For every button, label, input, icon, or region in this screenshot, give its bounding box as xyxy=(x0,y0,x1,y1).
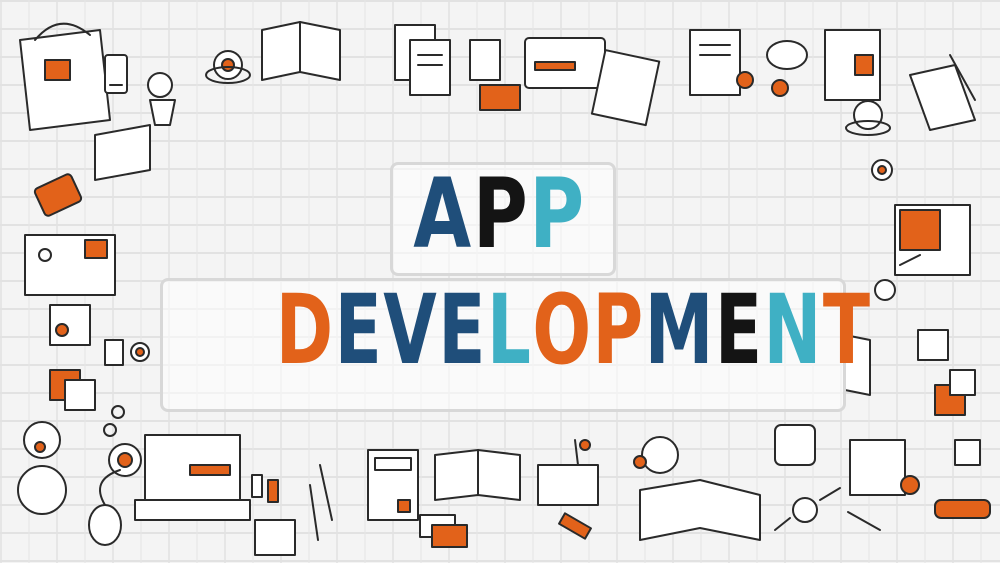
documents-icon xyxy=(394,24,451,96)
calendar-icon xyxy=(49,304,91,346)
laptop-icon xyxy=(134,434,251,521)
headline-letter: N xyxy=(763,274,823,386)
coffee-cup-icon xyxy=(633,436,679,474)
stapler-icon xyxy=(934,499,991,519)
wireframe-icon xyxy=(24,234,116,296)
wristwatch-icon xyxy=(774,487,841,531)
headline-letter: O xyxy=(532,274,593,386)
cookies-icon xyxy=(34,441,46,453)
business-cards-icon xyxy=(419,514,468,548)
computer-mouse-icon xyxy=(88,469,122,546)
headline-letter: P xyxy=(592,274,645,386)
tablet-icon xyxy=(894,204,971,276)
notes-icon xyxy=(934,369,976,416)
headline-letter: A xyxy=(413,158,474,270)
notepad-icon xyxy=(254,519,296,556)
wallet-icon xyxy=(774,424,816,466)
pens-icon xyxy=(309,464,333,541)
handbag-icon xyxy=(19,22,111,131)
tag-icon xyxy=(479,84,521,111)
desk-organizer-icon xyxy=(537,439,599,506)
open-planner-icon xyxy=(434,449,521,501)
keys-icon xyxy=(103,405,125,437)
charts-icon xyxy=(849,439,920,496)
headline-letter: D xyxy=(275,274,335,386)
smartphone-icon xyxy=(33,173,83,217)
coffee-cup-icon xyxy=(108,443,142,477)
open-book-icon xyxy=(94,124,151,181)
usb-drive-icon xyxy=(251,474,279,503)
headline-letter: E xyxy=(438,274,487,386)
headline-letter: P xyxy=(473,158,530,270)
headline-letter: E xyxy=(334,274,384,386)
headline-letter: L xyxy=(486,274,533,386)
headline-letter: E xyxy=(714,274,764,386)
sticky-note-icon xyxy=(954,439,981,466)
glasses-icon xyxy=(736,71,789,97)
coffee-cup-icon xyxy=(845,100,891,136)
sticky-note-icon xyxy=(469,39,501,81)
sticky-notes-icon xyxy=(49,369,96,411)
open-notebook-icon xyxy=(639,479,761,541)
mobile-phone-icon xyxy=(104,54,128,94)
teapot-icon xyxy=(17,421,67,515)
calculator-icon xyxy=(367,449,419,521)
box-cutter-icon xyxy=(558,512,592,540)
picture-frame-icon xyxy=(824,29,881,101)
plant-icon xyxy=(147,72,176,126)
headline-line2: DEVELOPMENT xyxy=(276,280,872,380)
headline-letter: T xyxy=(822,274,872,386)
headline-letter: M xyxy=(644,274,715,386)
headline: APP DEVELOPMENT xyxy=(160,156,870,412)
folder-icon xyxy=(909,64,976,131)
tablet-icon xyxy=(524,37,606,89)
headline-letter: P xyxy=(529,158,587,270)
bottles-icon xyxy=(104,339,150,366)
pen-icon xyxy=(847,511,881,531)
coffee-cup-icon xyxy=(205,50,251,84)
headline-line1: APP xyxy=(414,164,586,264)
headline-letter: V xyxy=(383,274,439,386)
mouse-icon xyxy=(766,40,808,70)
planner-icon xyxy=(689,29,741,96)
cup-icon xyxy=(871,159,893,181)
clipboard-icon xyxy=(917,329,949,361)
open-notebook-icon xyxy=(261,21,341,81)
